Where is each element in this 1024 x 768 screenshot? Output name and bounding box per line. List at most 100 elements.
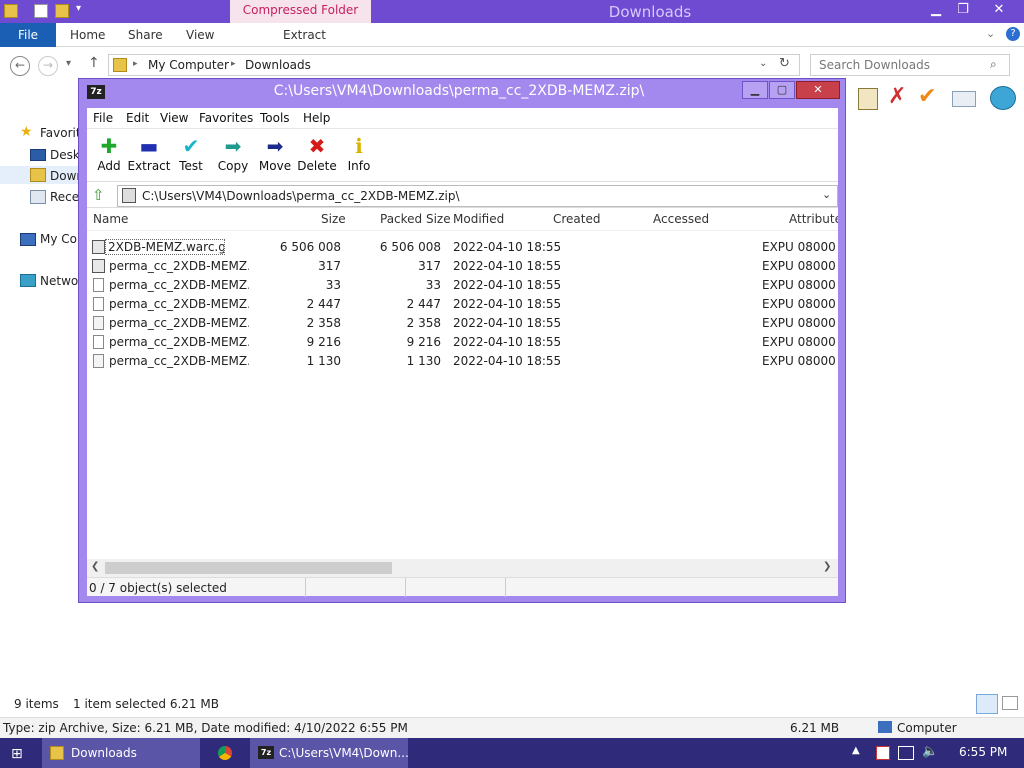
sidebar-item-downloads[interactable]: Downloads: [50, 169, 80, 183]
file-modified: 2022-04-10 18:55: [453, 240, 562, 254]
column-header-created[interactable]: Created: [553, 212, 601, 226]
sidebar-item-my-computer[interactable]: My Computer: [40, 232, 80, 246]
tab-home[interactable]: Home: [70, 23, 105, 47]
table-row[interactable]: perma_cc_2XDB-MEMZ.... 2 447 2 447 2022-…: [91, 295, 836, 314]
7zip-address-text: C:\Users\VM4\Downloads\perma_cc_2XDB-MEM…: [142, 189, 460, 203]
tab-view[interactable]: View: [186, 23, 214, 47]
up-folder-icon[interactable]: ⇧: [92, 186, 105, 204]
table-row[interactable]: 2XDB-MEMZ.warc.gz 6 506 008 6 506 008 20…: [91, 238, 836, 257]
7zip-address-row: ⇧ C:\Users\VM4\Downloads\perma_cc_2XDB-M…: [87, 184, 838, 208]
delete-button[interactable]: ✖ Delete: [295, 134, 339, 173]
taskbar-item-downloads[interactable]: Downloads: [42, 738, 200, 768]
file-size-text: 6.21 MB: [790, 721, 840, 735]
menu-tools[interactable]: Tools: [260, 111, 290, 125]
column-header-packed-size[interactable]: Packed Size: [380, 212, 451, 226]
action-center-flag-icon[interactable]: [876, 746, 890, 760]
volume-muted-icon[interactable]: 🔈: [922, 744, 938, 759]
refresh-icon[interactable]: ↻: [779, 56, 790, 71]
network-status-icon[interactable]: [898, 746, 914, 760]
7zip-address-input[interactable]: C:\Users\VM4\Downloads\perma_cc_2XDB-MEM…: [117, 185, 838, 207]
file-size: 6 506 008: [279, 240, 341, 254]
sidebar-item-desktop[interactable]: Desktop: [50, 148, 80, 162]
file-attributes: EXPU 0800000: [762, 278, 836, 292]
zip-maximize-button[interactable]: ▢: [769, 81, 795, 99]
column-header-accessed[interactable]: Accessed: [653, 212, 709, 226]
menu-view[interactable]: View: [160, 111, 188, 125]
table-row[interactable]: perma_cc_2XDB-MEMZ.... 1 130 1 130 2022-…: [91, 352, 836, 371]
folder-icon: [4, 4, 18, 18]
minimize-button[interactable]: ▁: [922, 0, 950, 21]
column-header-attributes[interactable]: Attributes: [789, 212, 838, 226]
scrollbar-thumb[interactable]: [105, 562, 392, 574]
table-row[interactable]: perma_cc_2XDB-MEMZ.... 2 358 2 358 2022-…: [91, 314, 836, 333]
horizontal-scrollbar[interactable]: ❮ ❯: [87, 559, 838, 577]
recent-locations-chevron-icon[interactable]: ▾: [66, 58, 71, 69]
table-row[interactable]: perma_cc_2XDB-MEMZ.... 33 33 2022-04-10 …: [91, 276, 836, 295]
sidebar-item-favorites[interactable]: Favorites: [40, 126, 80, 140]
scroll-left-icon[interactable]: ❮: [91, 561, 99, 572]
menu-help[interactable]: Help: [303, 111, 330, 125]
info-button[interactable]: ℹ Info: [337, 134, 381, 173]
file-packed-size: 2 358: [406, 316, 441, 330]
move-button[interactable]: ➡ Move: [253, 134, 297, 173]
taskbar-item-chrome[interactable]: [210, 738, 242, 768]
close-button[interactable]: ✕: [976, 0, 1022, 21]
large-icons-view-button[interactable]: [1002, 696, 1018, 710]
menu-edit[interactable]: Edit: [126, 111, 149, 125]
window-title: Downloads: [608, 3, 692, 21]
test-button[interactable]: ✔ Test: [169, 134, 213, 173]
up-arrow-icon[interactable]: ↑: [88, 55, 100, 71]
details-view-button[interactable]: [976, 694, 998, 714]
copy-button[interactable]: ➡ Copy: [211, 134, 255, 173]
back-button[interactable]: ←: [10, 56, 30, 76]
windows-start-icon[interactable]: ⊞: [11, 746, 23, 762]
folder-icon: [50, 746, 64, 760]
table-row[interactable]: perma_cc_2XDB-MEMZ.... 317 317 2022-04-1…: [91, 257, 836, 276]
forward-button[interactable]: →: [38, 56, 58, 76]
zip-archive-icon: [122, 188, 136, 203]
file-list: Name Size Packed Size Modified Created A…: [87, 209, 838, 577]
address-dropdown-chevron-icon[interactable]: ⌄: [759, 58, 767, 69]
extract-button[interactable]: ▬ Extract: [127, 134, 171, 173]
quick-access-chevron-icon[interactable]: ▾: [76, 3, 81, 14]
show-hidden-icons-chevron-icon[interactable]: ▲: [852, 745, 860, 756]
taskbar-item-7zip[interactable]: 7z C:\Users\VM4\Down...: [250, 738, 409, 768]
globe-icon[interactable]: [990, 86, 1016, 110]
explorer-address-bar[interactable]: ▸ My Computer ▸ Downloads ⌄ ↻: [108, 54, 800, 76]
menu-favorites[interactable]: Favorites: [199, 111, 253, 125]
ribbon-expand-chevron-icon[interactable]: ⌄: [986, 27, 995, 40]
computer-icon: [20, 233, 36, 246]
column-header-modified[interactable]: Modified: [453, 212, 504, 226]
clipboard-icon[interactable]: [858, 88, 878, 110]
scroll-right-icon[interactable]: ❯: [823, 561, 831, 572]
checkmark-icon[interactable]: ✔: [918, 84, 936, 109]
new-folder-icon[interactable]: [55, 4, 69, 18]
maximize-button[interactable]: ❐: [950, 0, 976, 21]
table-row[interactable]: perma_cc_2XDB-MEMZ.... 9 216 9 216 2022-…: [91, 333, 836, 352]
column-header-name[interactable]: Name: [93, 212, 128, 226]
taskbar-clock[interactable]: 6:55 PM: [959, 745, 1007, 759]
delete-x-icon[interactable]: ✗: [888, 84, 906, 109]
search-icon[interactable]: ⌕: [990, 57, 997, 72]
zip-close-button[interactable]: ✕: [796, 81, 840, 99]
sidebar-item-recent[interactable]: Recent places: [50, 190, 80, 204]
zip-minimize-button[interactable]: ▁: [742, 81, 768, 99]
properties-icon[interactable]: [34, 4, 48, 18]
add-button[interactable]: ✚ Add: [87, 134, 131, 173]
tab-file[interactable]: File: [0, 23, 56, 47]
menu-file[interactable]: File: [93, 111, 113, 125]
column-header-size[interactable]: Size: [321, 212, 346, 226]
breadcrumb-downloads[interactable]: Downloads: [245, 58, 311, 72]
mail-icon[interactable]: [952, 91, 976, 107]
sidebar-item-network[interactable]: Network: [40, 274, 80, 288]
navigation-pane: ★ Favorites Desktop Downloads Recent pla…: [0, 118, 80, 318]
help-icon[interactable]: ?: [1006, 27, 1020, 41]
file-modified: 2022-04-10 18:55: [453, 354, 562, 368]
details-bar: Type: zip Archive, Size: 6.21 MB, Date m…: [0, 717, 1024, 738]
address-dropdown-chevron-icon[interactable]: ⌄: [822, 188, 831, 201]
7zip-window-title: C:\Users\VM4\Downloads\perma_cc_2XDB-MEM…: [273, 83, 645, 99]
tab-share[interactable]: Share: [128, 23, 163, 47]
breadcrumb-my-computer[interactable]: My Computer: [148, 58, 229, 72]
search-input[interactable]: Search Downloads: [810, 54, 1010, 76]
tab-extract[interactable]: Extract: [283, 23, 326, 47]
